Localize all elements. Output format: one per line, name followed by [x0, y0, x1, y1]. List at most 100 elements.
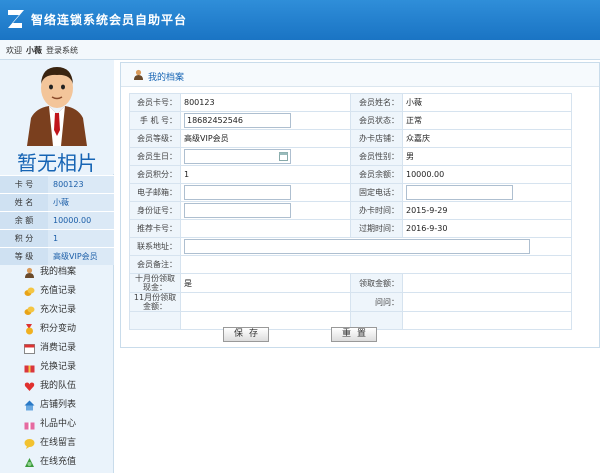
coins-icon — [24, 287, 35, 296]
logo-icon — [8, 10, 24, 28]
menu-label: 我的档案 — [40, 267, 77, 277]
menu-item-online-recharge[interactable]: 在线充值 — [0, 453, 114, 472]
menu-label: 充次记录 — [40, 305, 77, 315]
user-icon — [25, 267, 34, 278]
menu-item-stores[interactable]: 店铺列表 — [0, 396, 114, 415]
info-value: 800123 — [53, 180, 84, 189]
status-value: 正常 — [402, 111, 572, 130]
menu-item-recharge[interactable]: 充值记录 — [0, 282, 114, 301]
remark-value — [180, 255, 572, 274]
no-photo-label: 暂无相片 — [17, 151, 97, 175]
panel-header: 我的档案 — [121, 63, 599, 87]
level-value: 高级VIP会员 — [180, 129, 351, 148]
calendar-icon — [24, 344, 35, 354]
avatar — [27, 67, 87, 146]
user-icon — [134, 69, 143, 80]
name-label: 会员姓名： — [350, 93, 403, 112]
address-input[interactable] — [184, 239, 530, 254]
oct-label: 十月份领取现金： — [129, 273, 181, 293]
card-no-value: 800123 — [180, 93, 351, 112]
claim-amount-label: 领取金额： — [350, 273, 403, 293]
tel-input[interactable] — [406, 185, 513, 200]
menu-item-gifts[interactable]: 礼品中心 — [0, 415, 114, 434]
email-label: 电子邮箱： — [129, 183, 181, 202]
menu-label: 兑换记录 — [40, 362, 77, 372]
balance-label: 会员余额： — [350, 165, 403, 184]
id-input[interactable] — [184, 203, 291, 218]
panel-title: 我的档案 — [148, 73, 185, 83]
menu-item-message[interactable]: 在线留言 — [0, 434, 114, 453]
store-value: 众嘉庆 — [402, 129, 572, 148]
tel-label: 固定电话： — [350, 183, 403, 202]
birthday-label: 会员生日： — [129, 147, 181, 166]
card-no-label: 会员卡号： — [129, 93, 181, 112]
remark-label: 会员备注： — [129, 255, 181, 274]
house-icon — [24, 400, 35, 411]
menu-item-team[interactable]: 我的队伍 — [0, 377, 114, 396]
menu-label: 在线留言 — [40, 438, 77, 448]
menu-item-count-recharge[interactable]: 充次记录 — [0, 301, 114, 320]
open-time-label: 办卡时间： — [350, 201, 403, 220]
claim-amount-value — [402, 273, 572, 293]
gender-label: 会员性别： — [350, 147, 403, 166]
heart-icon — [24, 382, 35, 391]
chat-icon — [24, 439, 35, 449]
gender-value: 男 — [402, 147, 572, 166]
avatar-box: 暂无相片 — [0, 60, 114, 175]
menu-item-exchange[interactable]: 兑换记录 — [0, 358, 114, 377]
welcome-user: 小薇 — [26, 46, 42, 55]
referrer-label: 推荐卡号： — [129, 219, 181, 238]
ask-label: 问问： — [350, 292, 403, 312]
menu-item-profile[interactable]: 我的档案 — [0, 263, 114, 282]
calendar-icon[interactable] — [279, 152, 288, 161]
info-row-balance: 余 额 10000.00 — [0, 211, 114, 229]
menu-label: 我的队伍 — [40, 381, 77, 391]
id-label: 身份证号： — [129, 201, 181, 220]
menu-label: 积分变动 — [40, 324, 77, 334]
store-label: 办卡店铺： — [350, 129, 403, 148]
gift-icon — [24, 365, 35, 373]
referrer-value — [180, 219, 351, 238]
menu-label: 礼品中心 — [40, 419, 77, 429]
gift-icon — [24, 422, 35, 430]
coins-icon — [24, 306, 35, 315]
info-value: 小薇 — [53, 198, 69, 207]
money-icon — [25, 458, 34, 467]
menu-label: 在线充值 — [40, 457, 77, 467]
menu-label: 充值记录 — [40, 286, 77, 296]
menu-item-consume[interactable]: 消费记录 — [0, 339, 114, 358]
name-value: 小薇 — [402, 93, 572, 112]
birthday-input[interactable] — [184, 149, 291, 164]
status-label: 会员状态： — [350, 111, 403, 130]
medal-icon — [26, 324, 33, 335]
info-key: 姓 名 — [0, 194, 48, 211]
info-key: 余 额 — [0, 212, 48, 229]
phone-input[interactable] — [184, 113, 291, 128]
balance-value: 10000.00 — [402, 165, 572, 184]
sidebar: 暂无相片 卡 号 800123 姓 名小薇 余 额 10000.00 积 分1 等 … — [0, 60, 114, 473]
menu-label: 店铺列表 — [40, 400, 77, 410]
open-time-value: 2015-9-29 — [402, 201, 572, 220]
email-input[interactable] — [184, 185, 291, 200]
blank-cell — [402, 311, 572, 330]
reset-button[interactable]: 重置 — [331, 327, 377, 342]
info-key: 卡 号 — [0, 176, 48, 193]
welcome-prefix: 欢迎 — [6, 46, 22, 55]
info-value: 10000.00 — [53, 216, 92, 225]
save-button[interactable]: 保存 — [223, 327, 269, 342]
profile-form: 会员卡号： 800123 会员姓名： 小薇 手 机 号： 会员状态： 正常 会员… — [129, 93, 572, 330]
menu-label: 消费记录 — [40, 343, 77, 353]
blank-cell — [129, 311, 181, 330]
nov-label: 11月份领取金额： — [129, 292, 181, 312]
app-header: 智络连锁系统会员自助平台 — [0, 0, 600, 40]
expire-value: 2016-9-30 — [402, 219, 572, 238]
nov-value — [180, 292, 351, 312]
ask-value — [402, 292, 572, 312]
login-link[interactable]: 登录系统 — [46, 45, 78, 56]
level-label: 会员等级： — [129, 129, 181, 148]
address-label: 联系地址： — [129, 237, 181, 256]
info-key: 积 分 — [0, 230, 48, 247]
menu-item-points[interactable]: 积分变动 — [0, 320, 114, 339]
app-title: 智络连锁系统会员自助平台 — [31, 13, 188, 27]
phone-label: 手 机 号： — [129, 111, 181, 130]
